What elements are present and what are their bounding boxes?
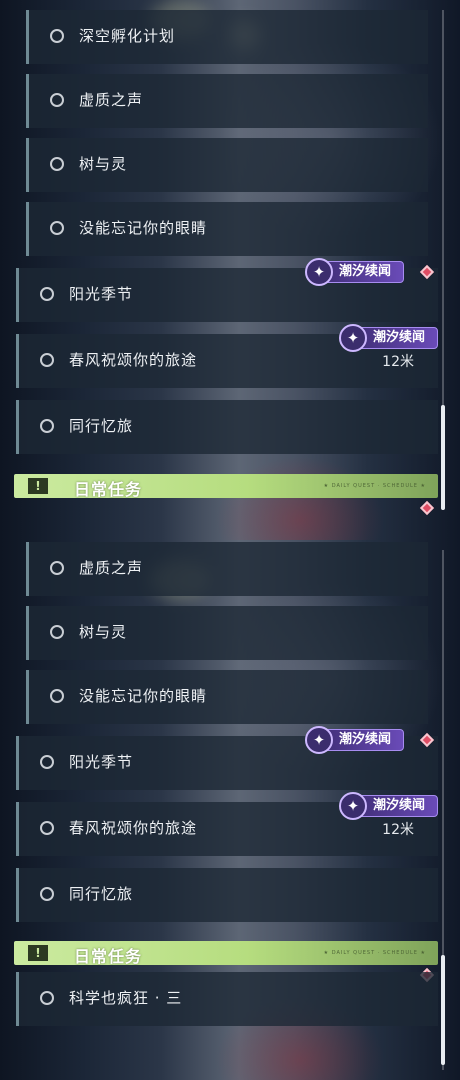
quest-title: 阳光季节 xyxy=(69,753,134,771)
quest-title: 科学也疯狂 · 三 xyxy=(69,989,183,1007)
circle-outline-icon xyxy=(50,93,64,107)
quest-title: 阳光季节 xyxy=(69,285,134,303)
quest-item[interactable]: 虚质之声 xyxy=(26,74,428,128)
circle-outline-icon xyxy=(40,821,54,835)
section-title: 日常任务 xyxy=(74,947,143,966)
circle-outline-icon xyxy=(50,625,64,639)
scrollbar-thumb[interactable] xyxy=(441,955,445,1065)
tide-event-badge: ✦ 潮汐续闻 xyxy=(339,792,438,820)
scrollbar-thumb[interactable] xyxy=(441,405,445,510)
quest-item[interactable]: 深空孵化计划 xyxy=(26,10,428,64)
circle-outline-icon xyxy=(50,157,64,171)
tide-event-badge: ✦ 潮汐续闻 xyxy=(305,258,404,286)
tide-swirl-icon: ✦ xyxy=(339,324,367,352)
badge-label: 潮汐续闻 xyxy=(339,732,392,747)
quest-distance: 12米 xyxy=(382,822,414,838)
quest-item[interactable]: 同行忆旅 xyxy=(16,400,438,454)
circle-outline-icon xyxy=(40,419,54,433)
quest-panel-bottom: 虚质之声 树与灵 没能忘记你的眼睛 阳光季节 春风祝颂你的旅途 12米 同行忆旅… xyxy=(0,540,460,1080)
exclamation-icon: ! xyxy=(28,478,48,494)
quest-title: 没能忘记你的眼睛 xyxy=(79,687,208,705)
quest-title: 同行忆旅 xyxy=(69,417,134,435)
badge-label: 潮汐续闻 xyxy=(373,798,426,813)
circle-outline-icon xyxy=(50,221,64,235)
circle-outline-icon xyxy=(40,353,54,367)
tide-swirl-icon: ✦ xyxy=(305,726,333,754)
tide-swirl-icon: ✦ xyxy=(305,258,333,286)
circle-outline-icon xyxy=(40,887,54,901)
section-tag: ★ DAILY QUEST · SCHEDULE ★ xyxy=(323,950,426,956)
circle-outline-icon xyxy=(40,755,54,769)
exclamation-icon: ! xyxy=(28,945,48,961)
quest-title: 树与灵 xyxy=(79,155,128,173)
quest-item[interactable]: 树与灵 xyxy=(26,606,428,660)
badge-label: 潮汐续闻 xyxy=(339,264,392,279)
tide-swirl-icon: ✦ xyxy=(339,792,367,820)
quest-title: 同行忆旅 xyxy=(69,885,134,903)
tide-event-badge: ✦ 潮汐续闻 xyxy=(339,324,438,352)
circle-outline-icon xyxy=(40,991,54,1005)
quest-title: 虚质之声 xyxy=(79,559,144,577)
quest-title: 春风祝颂你的旅途 xyxy=(69,819,198,837)
section-tag: ★ DAILY QUEST · SCHEDULE ★ xyxy=(323,483,426,489)
circle-outline-icon xyxy=(40,287,54,301)
circle-outline-icon xyxy=(50,561,64,575)
section-header-daily[interactable]: ! 日常任务 ★ DAILY QUEST · SCHEDULE ★ xyxy=(14,474,438,499)
section-title: 日常任务 xyxy=(74,480,143,499)
quest-item[interactable]: 树与灵 xyxy=(26,138,428,192)
quest-title: 春风祝颂你的旅途 xyxy=(69,351,198,369)
badge-label: 潮汐续闻 xyxy=(373,330,426,345)
quest-title: 没能忘记你的眼睛 xyxy=(79,219,208,237)
quest-title: 树与灵 xyxy=(79,623,128,641)
quest-title: 深空孵化计划 xyxy=(79,27,176,45)
quest-item[interactable]: 没能忘记你的眼睛 xyxy=(26,202,428,256)
section-header-daily[interactable]: ! 日常任务 ★ DAILY QUEST · SCHEDULE ★ xyxy=(14,941,438,966)
quest-panel-top: 深空孵化计划 虚质之声 树与灵 没能忘记你的眼睛 阳光季节 春风祝颂你的旅途 1… xyxy=(0,0,460,540)
quest-title: 虚质之声 xyxy=(79,91,144,109)
circle-outline-icon xyxy=(50,689,64,703)
quest-item[interactable]: 科学也疯狂 · 三 xyxy=(16,972,438,1026)
tide-event-badge: ✦ 潮汐续闻 xyxy=(305,726,404,754)
circle-outline-icon xyxy=(50,29,64,43)
quest-item[interactable]: 同行忆旅 xyxy=(16,868,438,922)
quest-item[interactable]: 没能忘记你的眼睛 xyxy=(26,670,428,724)
quest-distance: 12米 xyxy=(382,354,414,370)
quest-item[interactable]: 虚质之声 xyxy=(26,542,428,596)
